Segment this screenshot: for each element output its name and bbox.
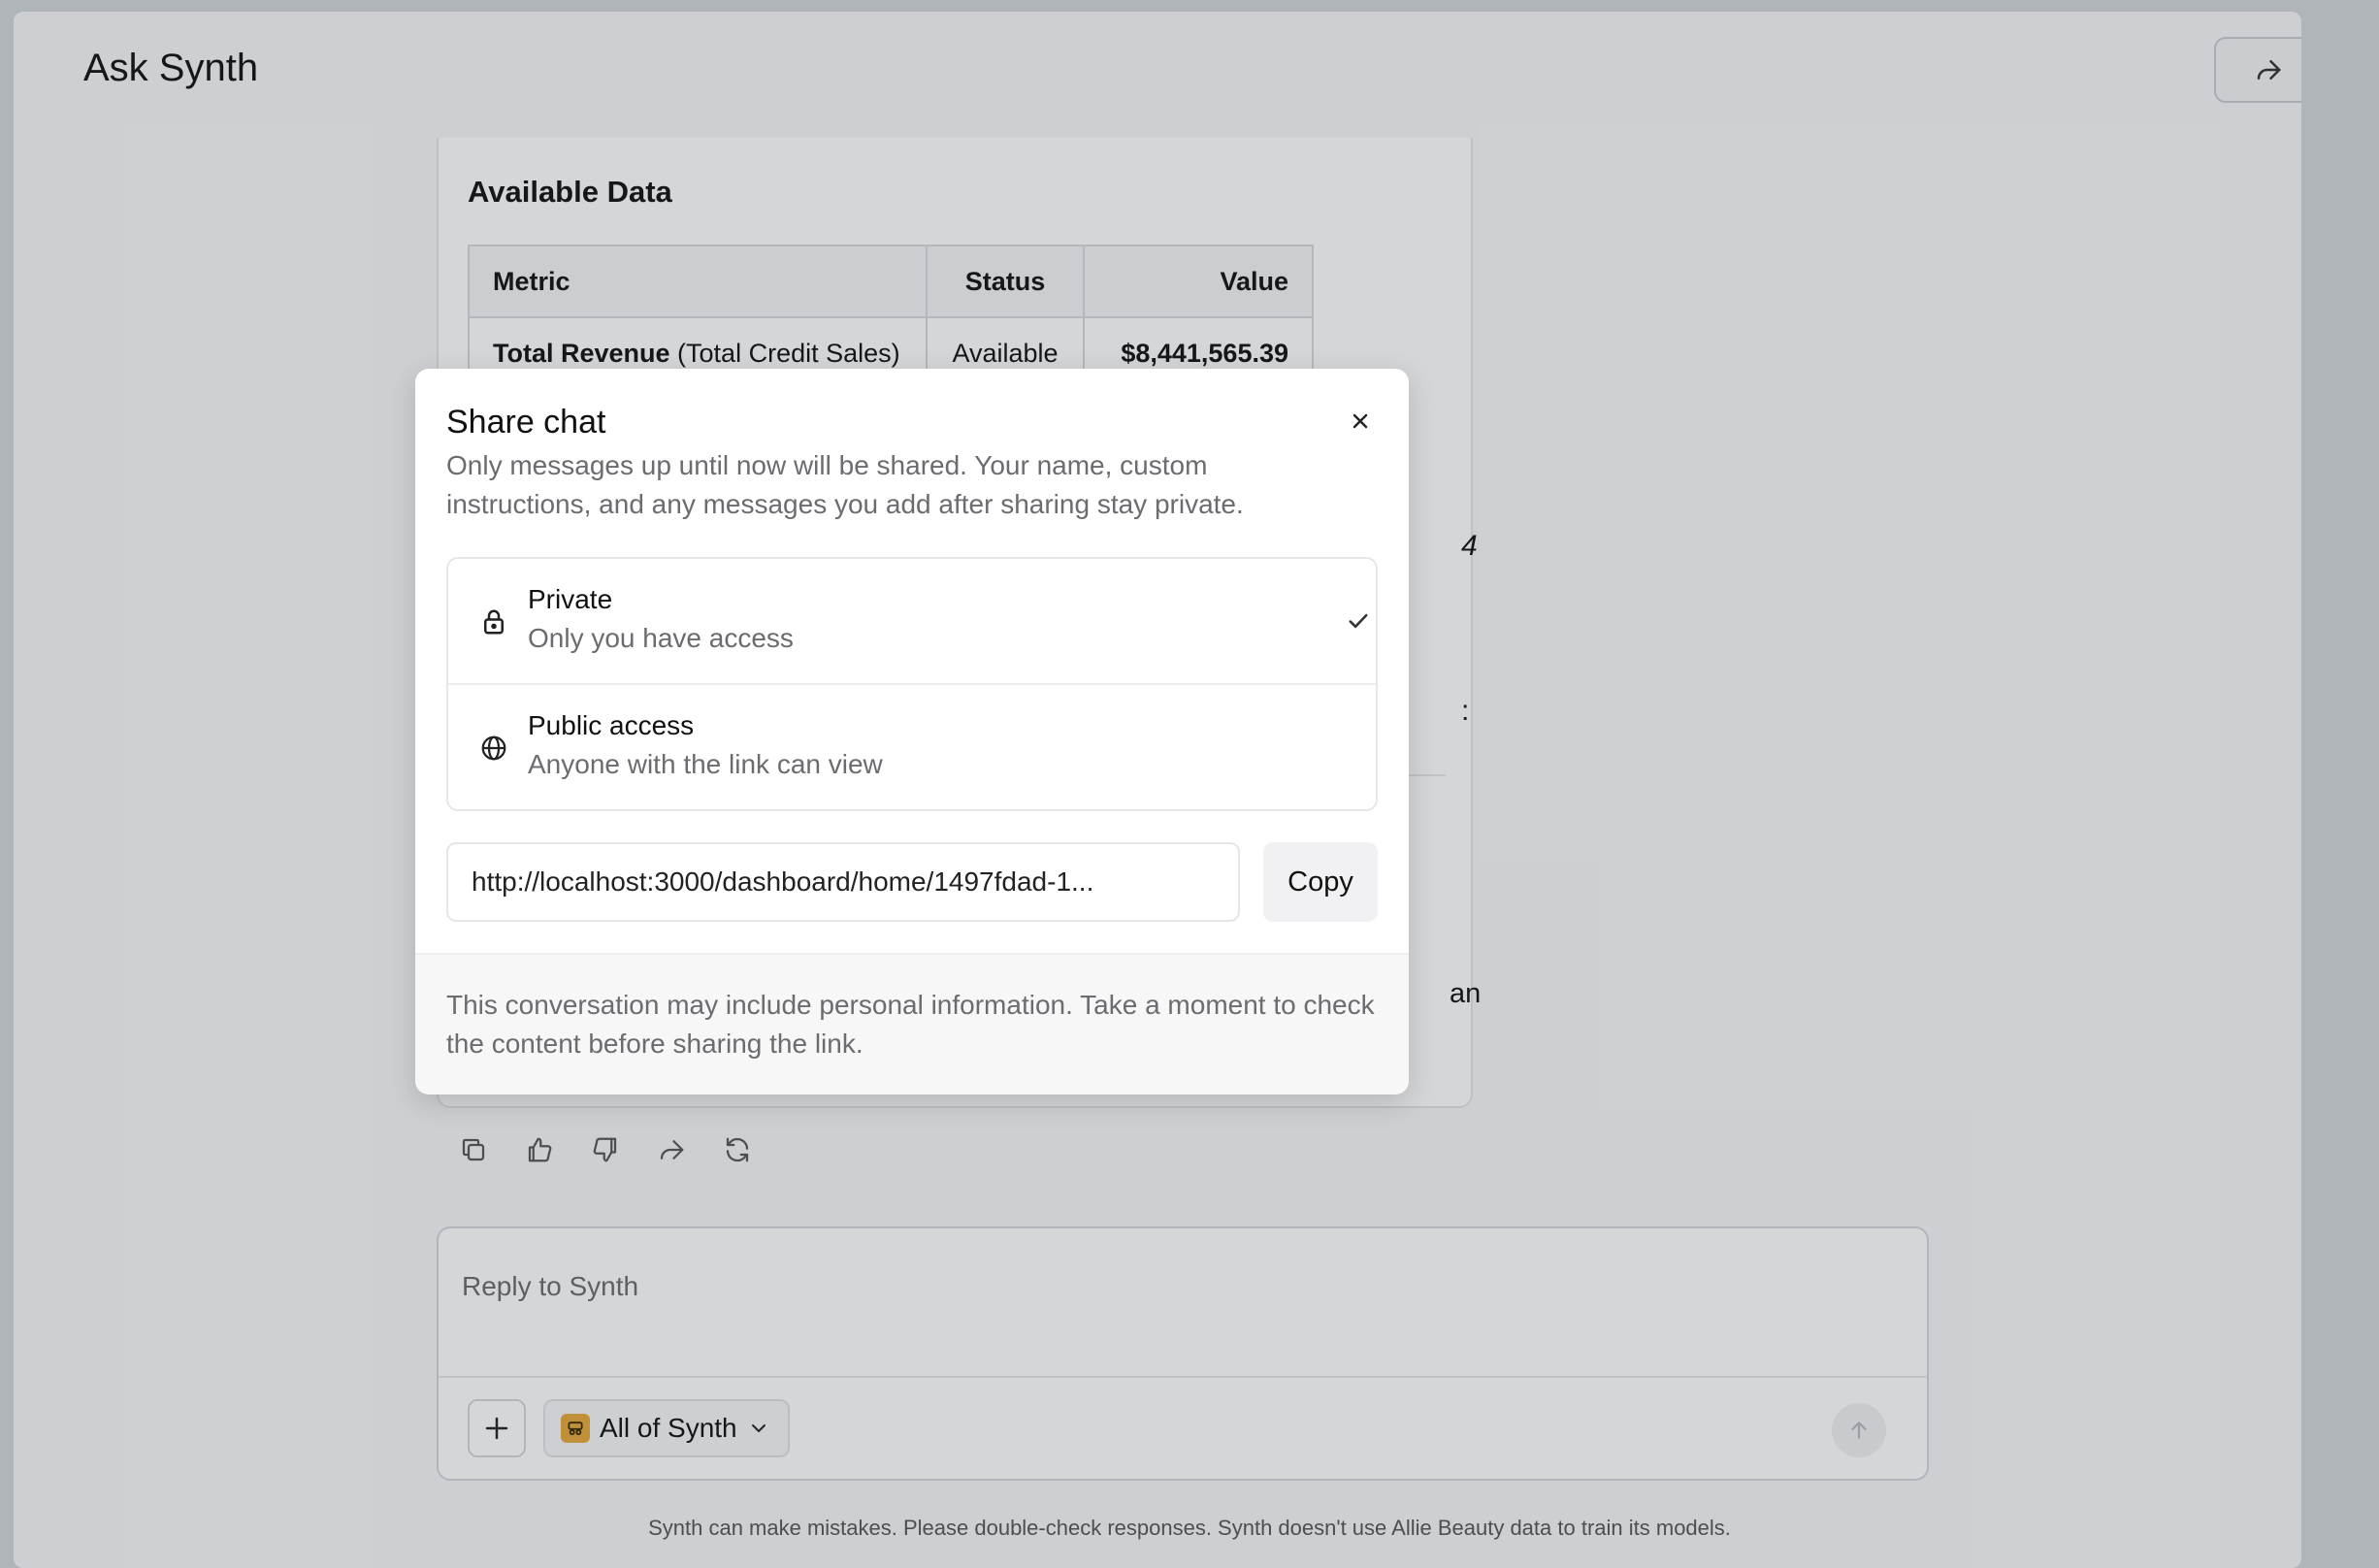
share-link-field[interactable]: http://localhost:3000/dashboard/home/149…	[446, 842, 1240, 922]
share-chat-dialog: Share chat Only messages up until now wi…	[415, 369, 1409, 1094]
checkmark-icon	[1343, 605, 1374, 637]
option-label: Public access	[528, 710, 695, 740]
close-icon	[1352, 413, 1368, 429]
visibility-options: Private Only you have access Public acce…	[446, 557, 1378, 811]
dialog-title: Share chat	[446, 404, 606, 441]
privacy-note: This conversation may include personal i…	[446, 990, 1375, 1059]
close-button[interactable]	[1339, 400, 1382, 442]
dialog-footer: This conversation may include personal i…	[415, 953, 1409, 1094]
option-private[interactable]: Private Only you have access	[448, 559, 1376, 685]
option-sublabel: Only you have access	[528, 623, 794, 653]
lock-icon	[479, 607, 508, 637]
copy-link-button[interactable]: Copy	[1263, 842, 1378, 922]
dialog-description: Only messages up until now will be share…	[446, 450, 1244, 519]
option-public[interactable]: Public access Anyone with the link can v…	[448, 685, 1376, 811]
globe-icon	[479, 734, 508, 763]
option-sublabel: Anyone with the link can view	[528, 749, 883, 779]
option-label: Private	[528, 584, 613, 614]
